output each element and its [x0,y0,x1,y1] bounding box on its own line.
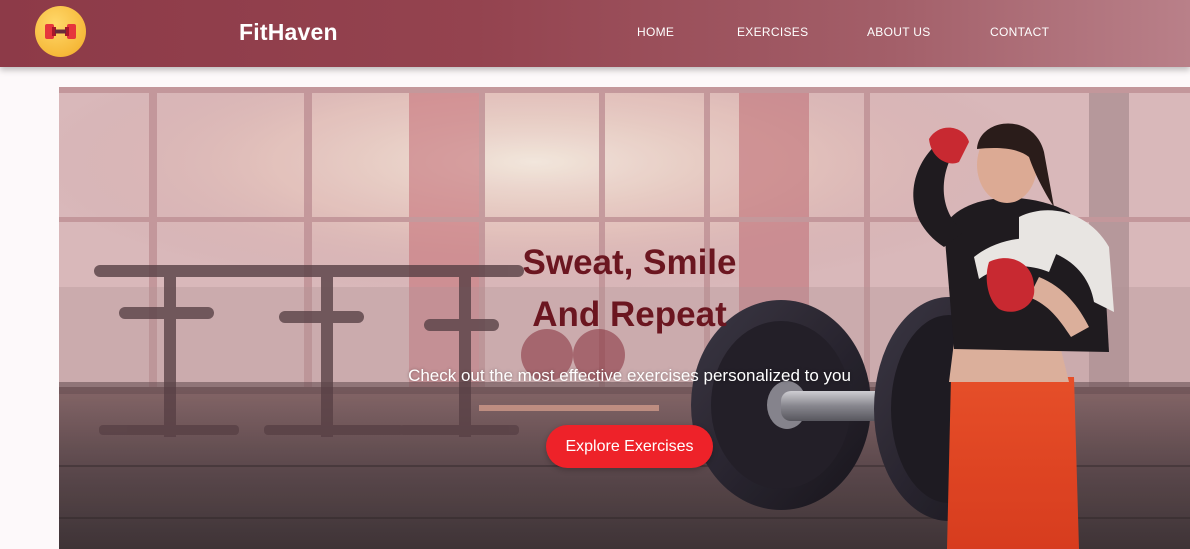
hero-subtitle: Check out the most effective exercises p… [408,366,851,385]
nav-exercises[interactable]: EXERCISES [737,25,808,39]
nav-home[interactable]: HOME [637,25,674,39]
hero-title: Sweat, Smile And Repeat [59,237,1190,341]
hero-title-line-1: Sweat, Smile [522,243,737,282]
dumbbell-icon [45,24,76,39]
brand-name[interactable]: FitHaven [239,19,338,46]
logo[interactable] [35,6,86,57]
hero-section: Sweat, Smile And Repeat Check out the mo… [59,87,1190,549]
navbar: FitHaven HOME EXERCISES ABOUT US CONTACT [0,0,1190,67]
nav-about-us[interactable]: ABOUT US [867,25,931,39]
hero-title-line-2: And Repeat [532,295,727,334]
nav-contact[interactable]: CONTACT [990,25,1049,39]
explore-exercises-button[interactable]: Explore Exercises [546,425,713,468]
